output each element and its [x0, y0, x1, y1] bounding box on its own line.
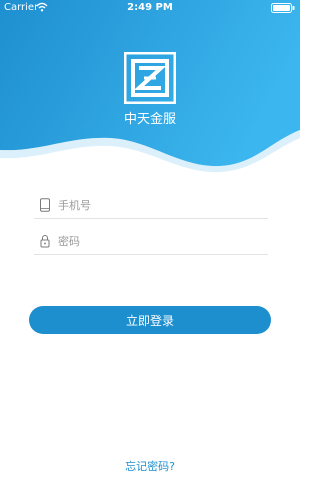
- forgot-password-link[interactable]: 忘记密码?: [0, 458, 300, 474]
- phone-icon: [40, 198, 50, 212]
- app-name: 中天金服: [123, 112, 176, 127]
- status-time: 2:49 PM: [127, 2, 173, 13]
- password-field[interactable]: [34, 230, 268, 255]
- status-bar: Carrier 2:49 PM: [0, 0, 300, 16]
- lock-icon: [40, 235, 50, 248]
- login-button[interactable]: 立即登录: [29, 306, 271, 334]
- password-input[interactable]: [58, 232, 258, 250]
- app-logo-icon: [124, 52, 176, 104]
- battery-icon: [271, 3, 295, 13]
- phone-field[interactable]: [34, 194, 268, 219]
- phone-input[interactable]: [58, 196, 258, 214]
